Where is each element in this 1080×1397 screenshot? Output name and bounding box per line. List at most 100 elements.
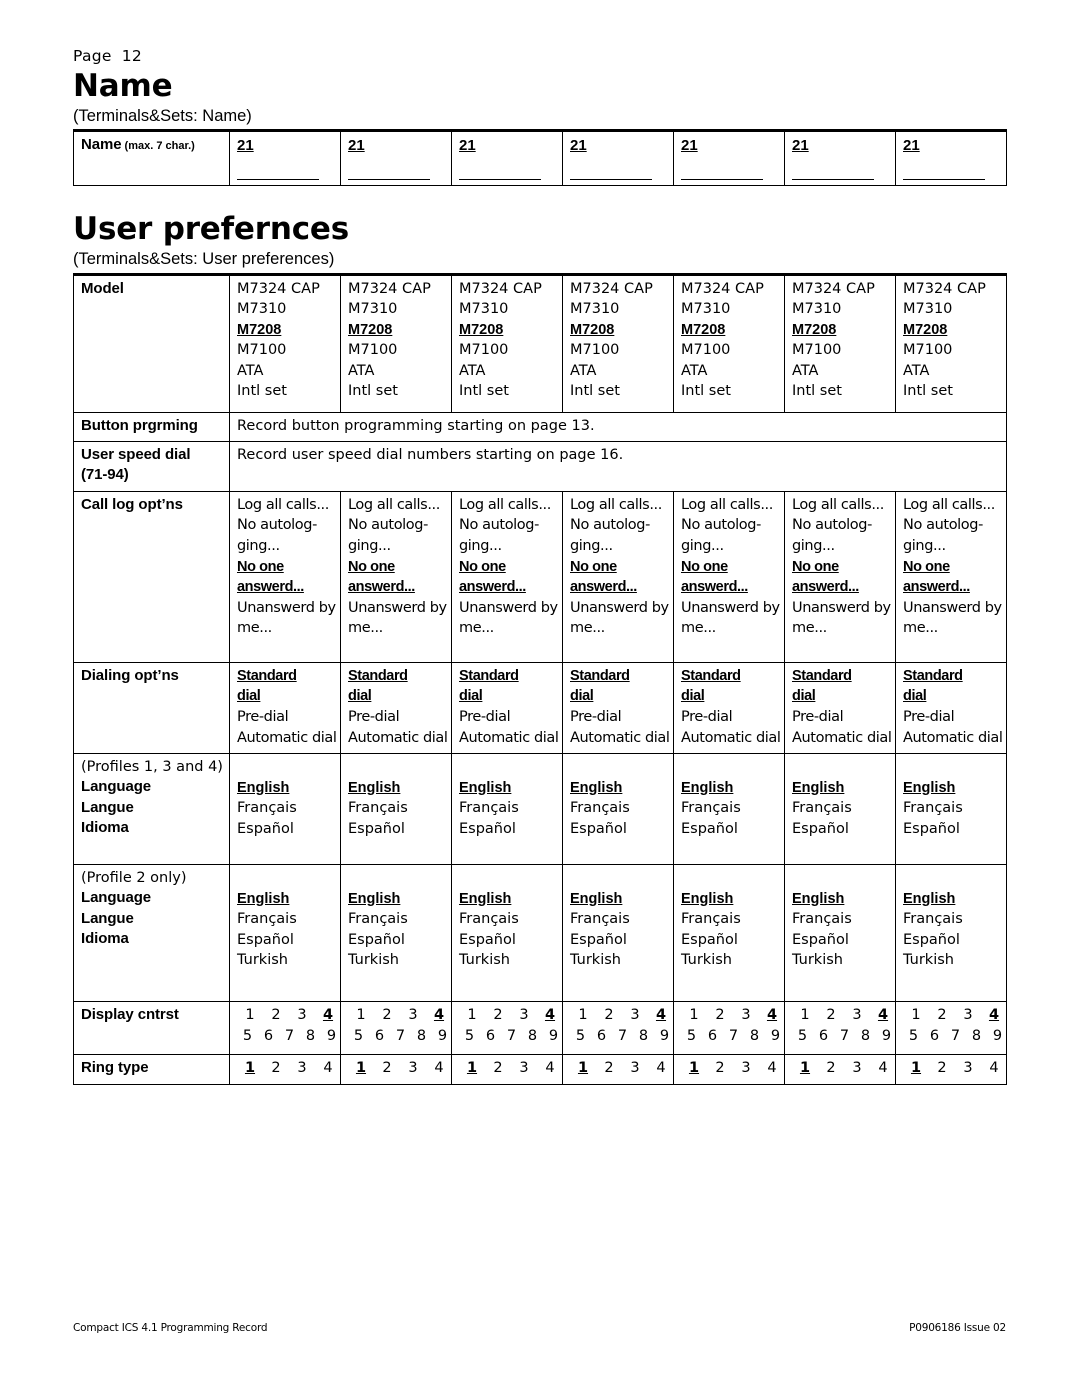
language-options-cell[interactable]: English Français Español [784,753,896,866]
ring-type-value[interactable]: 4 [981,1058,1007,1079]
contrast-value[interactable]: 8 [744,1026,765,1047]
contrast-value[interactable]: 3 [955,1005,981,1026]
contrast-value[interactable]: 9 [765,1026,786,1047]
ring-type-value[interactable]: 1 [792,1058,818,1079]
dialing-options-cell[interactable]: Standard dial Pre-dial Automatic dial [562,661,674,755]
ring-type-cell[interactable]: 1234 [895,1054,1007,1086]
contrast-value[interactable]: 8 [966,1026,987,1047]
ring-type-value[interactable]: 1 [348,1058,374,1079]
display-contrast-cell[interactable]: 123456789 [673,1001,786,1056]
language-options-cell[interactable]: English Français Español [562,753,674,866]
contrast-value[interactable]: 3 [400,1005,426,1026]
name-write-in-line[interactable] [681,179,763,181]
contrast-value[interactable]: 1 [237,1005,263,1026]
name-write-in-line[interactable] [570,179,652,181]
contrast-value[interactable]: 4 [648,1005,674,1026]
contrast-value[interactable]: 8 [522,1026,543,1047]
contrast-value[interactable]: 6 [813,1026,834,1047]
contrast-value[interactable]: 1 [348,1005,374,1026]
ring-type-value[interactable]: 2 [263,1058,289,1079]
name-value-cell[interactable]: 21 [562,130,674,187]
ring-type-cell[interactable]: 1234 [784,1054,896,1086]
contrast-value[interactable]: 1 [903,1005,929,1026]
contrast-value[interactable]: 3 [289,1005,315,1026]
contrast-value[interactable]: 4 [870,1005,896,1026]
ring-type-value[interactable]: 2 [929,1058,955,1079]
contrast-value[interactable]: 2 [929,1005,955,1026]
call-log-options-cell[interactable]: Log all calls... No autolog-ging... No one… [451,490,563,663]
contrast-value[interactable]: 8 [633,1026,654,1047]
model-options-cell[interactable]: M7324 CAP M7310 M7208 M7100 ATA Intl set [340,273,452,413]
contrast-value[interactable]: 8 [300,1026,321,1047]
ring-type-value[interactable]: 3 [844,1058,870,1079]
contrast-value[interactable]: 5 [237,1026,258,1047]
language-options-cell[interactable]: English Français Español Turkish [895,864,1007,1003]
contrast-value[interactable]: 1 [459,1005,485,1026]
contrast-value[interactable]: 6 [591,1026,612,1047]
ring-type-value[interactable]: 4 [648,1058,674,1079]
contrast-value[interactable]: 5 [570,1026,591,1047]
name-value-cell[interactable]: 21 [340,130,452,187]
dialing-options-cell[interactable]: Standard dial Pre-dial Automatic dial [340,661,452,755]
call-log-options-cell[interactable]: Log all calls... No autolog-ging... No one… [562,490,674,663]
ring-type-value[interactable]: 4 [537,1058,563,1079]
contrast-value[interactable]: 3 [733,1005,759,1026]
contrast-value[interactable]: 9 [876,1026,897,1047]
dialing-options-cell[interactable]: Standard dial Pre-dial Automatic dial [784,661,896,755]
contrast-value[interactable]: 7 [723,1026,744,1047]
dialing-options-cell[interactable]: Standard dial Pre-dial Automatic dial [895,661,1007,755]
contrast-value[interactable]: 7 [390,1026,411,1047]
contrast-value[interactable]: 7 [834,1026,855,1047]
ring-type-value[interactable]: 3 [289,1058,315,1079]
language-options-cell[interactable]: English Français Español Turkish [673,864,785,1003]
model-options-cell[interactable]: M7324 CAP M7310 M7208 M7100 ATA Intl set [562,273,674,413]
contrast-value[interactable]: 1 [570,1005,596,1026]
model-options-cell[interactable]: M7324 CAP M7310 M7208 M7100 ATA Intl set [673,273,785,413]
contrast-value[interactable]: 6 [480,1026,501,1047]
contrast-value[interactable]: 5 [903,1026,924,1047]
ring-type-cell[interactable]: 1234 [562,1054,674,1086]
contrast-value[interactable]: 2 [263,1005,289,1026]
contrast-value[interactable]: 2 [374,1005,400,1026]
contrast-value[interactable]: 4 [315,1005,341,1026]
language-options-cell[interactable]: English Français Español [673,753,785,866]
display-contrast-cell[interactable]: 123456789 [340,1001,453,1056]
language-options-cell[interactable]: English Français Español [451,753,563,866]
display-contrast-cell[interactable]: 123456789 [229,1001,342,1056]
contrast-value[interactable]: 9 [654,1026,675,1047]
ring-type-value[interactable]: 3 [622,1058,648,1079]
contrast-value[interactable]: 2 [596,1005,622,1026]
call-log-options-cell[interactable]: Log all calls... No autolog-ging... No one… [229,490,341,663]
contrast-value[interactable]: 3 [511,1005,537,1026]
ring-type-value[interactable]: 1 [681,1058,707,1079]
ring-type-value[interactable]: 2 [374,1058,400,1079]
contrast-value[interactable]: 9 [432,1026,453,1047]
model-options-cell[interactable]: M7324 CAP M7310 M7208 M7100 ATA Intl set [451,273,563,413]
ring-type-value[interactable]: 1 [903,1058,929,1079]
contrast-value[interactable]: 6 [702,1026,723,1047]
name-write-in-line[interactable] [792,179,874,181]
language-options-cell[interactable]: English Français Español Turkish [340,864,452,1003]
contrast-value[interactable]: 3 [622,1005,648,1026]
name-write-in-line[interactable] [459,179,541,181]
name-value-cell[interactable]: 21 [451,130,563,187]
ring-type-value[interactable]: 3 [511,1058,537,1079]
contrast-value[interactable]: 2 [818,1005,844,1026]
display-contrast-cell[interactable]: 1234 56789 [562,1001,675,1056]
name-value-cell[interactable]: 21 [895,130,1007,187]
contrast-value[interactable]: 9 [321,1026,342,1047]
ring-type-value[interactable]: 4 [759,1058,785,1079]
contrast-value[interactable]: 6 [369,1026,390,1047]
contrast-value[interactable]: 4 [537,1005,563,1026]
contrast-value[interactable]: 5 [681,1026,702,1047]
name-write-in-line[interactable] [903,179,985,181]
language-options-cell[interactable]: English Français Español [895,753,1007,866]
model-options-cell[interactable]: M7324 CAP M7310 M7208 M7100 ATA Intl set [784,273,896,413]
contrast-value[interactable]: 7 [612,1026,633,1047]
ring-type-value[interactable]: 4 [870,1058,896,1079]
ring-type-cell[interactable]: 1234 [673,1054,785,1086]
dialing-options-cell[interactable]: Standard dial Pre-dial Automatic dial [451,661,563,755]
contrast-value[interactable]: 7 [279,1026,300,1047]
name-value-cell[interactable]: 21 [784,130,896,187]
contrast-value[interactable]: 2 [707,1005,733,1026]
